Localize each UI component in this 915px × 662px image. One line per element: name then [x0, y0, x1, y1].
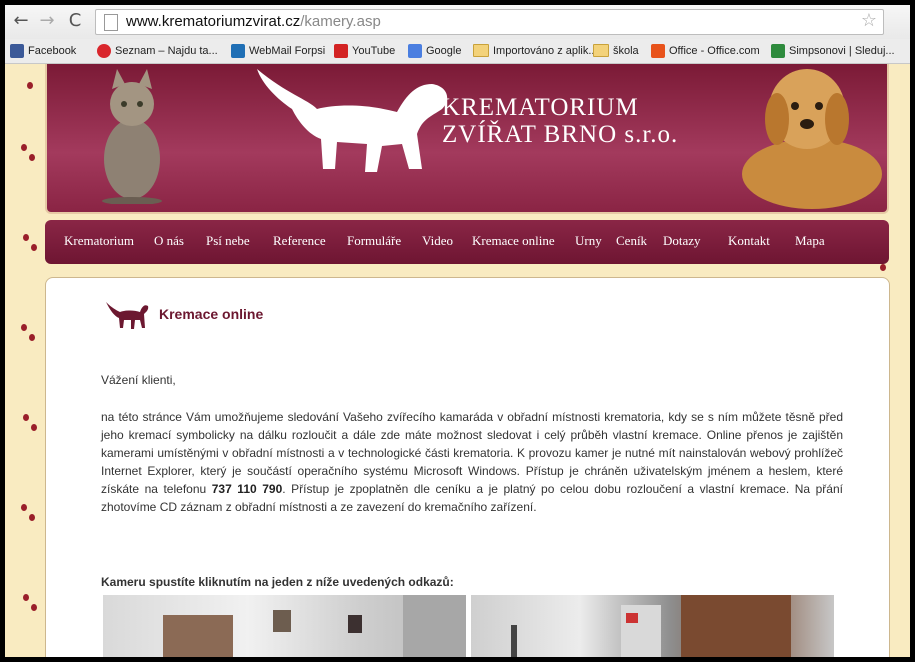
bookmark-star-icon[interactable]: ☆ — [861, 10, 877, 31]
menu-item-o-nas[interactable]: O nás — [154, 233, 184, 249]
menu-item-krematorium[interactable]: Krematorium — [64, 233, 134, 249]
bookmark-office[interactable]: Office - Office.com — [651, 44, 760, 58]
phone-number: 737 110 790 — [211, 482, 283, 496]
url-text[interactable]: www.krematoriumzvirat.cz/kamery.asp — [126, 12, 381, 31]
bookmark-seznam[interactable]: Seznam – Najdu ta... — [97, 44, 218, 58]
camera-link-technology-room[interactable] — [471, 595, 834, 657]
reload-icon[interactable]: C — [65, 11, 85, 31]
cat-photo — [102, 69, 162, 204]
menu-item-kontakt[interactable]: Kontakt — [728, 233, 770, 249]
browser-window: ← → C www.krematoriumzvirat.cz/kamery.as… — [5, 5, 910, 657]
camera-thumbnail — [511, 595, 791, 657]
dog-section-icon — [106, 302, 149, 329]
bookmark-google[interactable]: Google — [408, 44, 461, 58]
menu-item-urny[interactable]: Urny — [575, 233, 602, 249]
facebook-icon — [10, 44, 24, 58]
dog-photo — [742, 69, 882, 209]
youtube-icon — [334, 44, 348, 58]
address-bar[interactable]: www.krematoriumzvirat.cz/kamery.asp ☆ — [95, 9, 884, 35]
greeting-text: Vážení klienti, — [101, 373, 176, 387]
back-icon[interactable]: ← — [11, 11, 31, 31]
camera-heading: Kameru spustíte kliknutím na jeden z níž… — [101, 575, 454, 589]
menu-item-video[interactable]: Video — [422, 233, 453, 249]
intro-paragraph: na této stránce Vám umožňujeme sledování… — [101, 410, 843, 514]
content-panel: Kremace online Vážení klienti, na této s… — [45, 277, 890, 657]
company-name: KREMATORIUM ZVÍŘAT BRNO s.r.o. — [442, 94, 679, 148]
webmail-icon — [231, 44, 245, 58]
bookmark-webmail[interactable]: WebMail Forpsi — [231, 44, 325, 58]
main-menu: Krematorium O nás Psí nebe Reference For… — [45, 220, 889, 264]
menu-item-dotazy[interactable]: Dotazy — [663, 233, 701, 249]
menu-item-formulare[interactable]: Formuláře — [347, 233, 401, 249]
menu-item-cenik[interactable]: Ceník — [616, 233, 647, 249]
page-viewport: KREMATORIUM ZVÍŘAT BRNO s.r.o. Krematori… — [5, 64, 910, 657]
header-banner: KREMATORIUM ZVÍŘAT BRNO s.r.o. — [45, 64, 889, 214]
folder-icon — [473, 44, 489, 57]
menu-item-kremace-online[interactable]: Kremace online — [472, 233, 555, 249]
camera-link-ceremony-room[interactable] — [103, 595, 466, 657]
bookmark-youtube[interactable]: YouTube — [334, 44, 395, 58]
office-icon — [651, 44, 665, 58]
seznam-icon — [97, 44, 111, 58]
bookmark-skola-folder[interactable]: škola — [593, 44, 639, 57]
logo-dog-silhouette — [257, 69, 448, 172]
menu-item-psi-nebe[interactable]: Psí nebe — [206, 233, 250, 249]
folder-icon — [593, 44, 609, 57]
menu-item-mapa[interactable]: Mapa — [795, 233, 825, 249]
bookmark-simpsonovi[interactable]: Simpsonovi | Sleduj... — [771, 44, 895, 58]
browser-toolbar: ← → C www.krematoriumzvirat.cz/kamery.as… — [5, 5, 910, 39]
page-title: Kremace online — [159, 306, 264, 322]
bookmarks-bar: Facebook Seznam – Najdu ta... WebMail Fo… — [5, 39, 910, 64]
page-icon — [104, 14, 118, 31]
paw-border-left — [5, 64, 45, 657]
bookmark-facebook[interactable]: Facebook — [10, 44, 76, 58]
camera-thumbnail — [163, 595, 466, 657]
menu-item-reference[interactable]: Reference — [273, 233, 326, 249]
simpsons-icon — [771, 44, 785, 58]
google-icon — [408, 44, 422, 58]
bookmark-imported-folder[interactable]: Importováno z aplik... — [473, 44, 598, 57]
forward-icon[interactable]: → — [37, 11, 57, 31]
